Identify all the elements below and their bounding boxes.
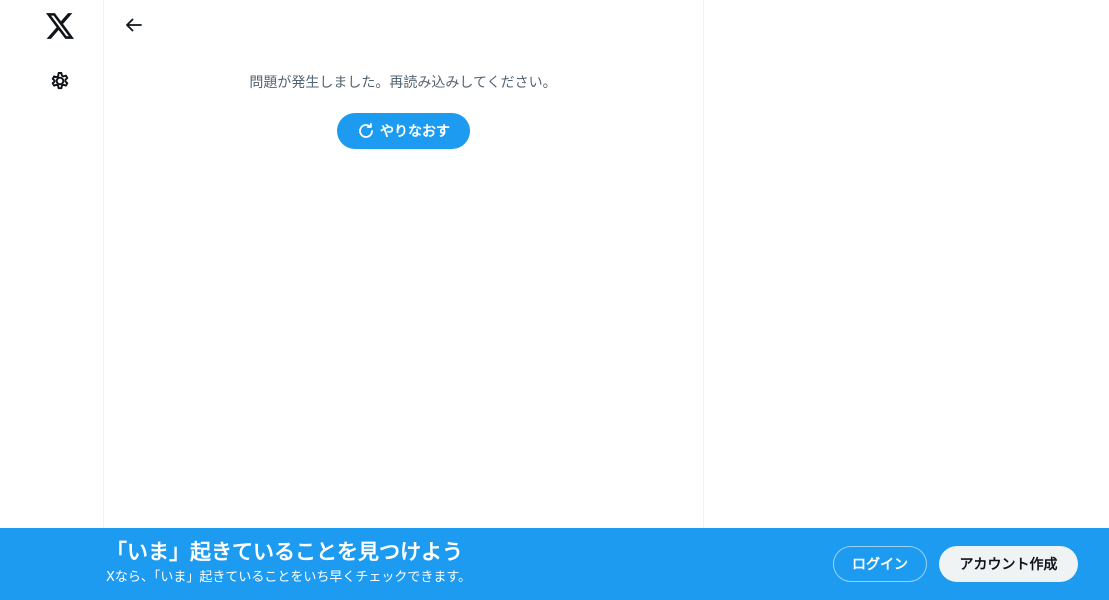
banner-subtitle: Xなら、「いま」起きていることをいち早くチェックできます。 xyxy=(106,570,472,585)
error-message: 問題が発生しました。再読み込みしてください。 xyxy=(249,75,557,91)
create-account-button[interactable]: アカウント作成 xyxy=(939,546,1078,582)
home-logo-link[interactable] xyxy=(38,6,82,50)
x-logo-icon xyxy=(46,13,74,43)
back-button[interactable] xyxy=(116,9,152,45)
app-root: 問題が発生しました。再読み込みしてください。 やりなおす 「いま」起きていること… xyxy=(0,0,1109,600)
login-button[interactable]: ログイン xyxy=(833,546,927,582)
arrow-left-icon xyxy=(124,15,144,39)
refresh-icon xyxy=(357,122,375,140)
main-column: 問題が発生しました。再読み込みしてください。 やりなおす xyxy=(104,0,704,528)
retry-label: やりなおす xyxy=(380,124,450,140)
left-nav xyxy=(0,0,104,528)
signup-banner: 「いま」起きていることを見つけよう Xなら、「いま」起きていることをいち早くチェ… xyxy=(0,528,1109,600)
retry-button[interactable]: やりなおす xyxy=(337,113,470,149)
banner-title: 「いま」起きていることを見つけよう xyxy=(106,540,463,564)
gear-icon xyxy=(48,69,72,97)
settings-button[interactable] xyxy=(38,61,82,105)
